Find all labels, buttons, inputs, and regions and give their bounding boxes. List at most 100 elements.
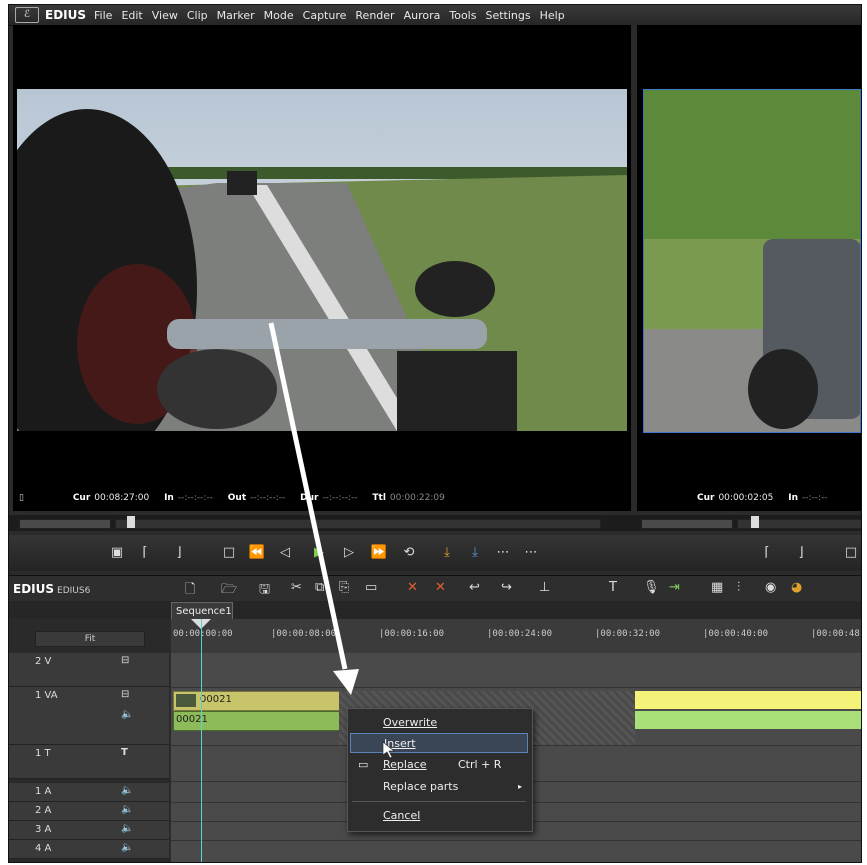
timeline-clip-audio[interactable]: 00021 xyxy=(173,711,341,731)
track-header-4a[interactable]: 4 A 🔈 xyxy=(9,840,169,859)
menu-settings[interactable]: Settings xyxy=(485,9,530,22)
menu-capture[interactable]: Capture xyxy=(303,9,347,22)
audio-speaker-icon[interactable]: 🔈 xyxy=(121,823,133,834)
app-name: EDIUS xyxy=(45,8,87,22)
recorder-cur-label: Cur xyxy=(697,493,715,503)
track-lock-icon[interactable]: ⊟ xyxy=(121,689,129,700)
ripple-delete-icon[interactable]: ✕ xyxy=(435,580,446,595)
player-video-frame xyxy=(17,89,627,431)
undo-icon[interactable]: ↩ xyxy=(469,580,480,595)
recorder-playhead-icon[interactable] xyxy=(751,516,759,528)
step-forward-button[interactable]: ▷ xyxy=(339,544,359,562)
delete-icon[interactable]: ✕ xyxy=(407,580,418,595)
timeline-ruler[interactable]: 00:00:00:00 |00:00:08:00 |00:00:16:00 |0… xyxy=(171,619,861,653)
menu-view[interactable]: View xyxy=(152,9,178,22)
track-header-1va[interactable]: 1 VA ⊟ 🔈 xyxy=(9,687,169,745)
insert-to-timeline-button[interactable]: ⤓ xyxy=(437,544,457,562)
player-cur-label: Cur xyxy=(72,493,91,503)
menu-tools[interactable]: Tools xyxy=(449,9,476,22)
player-playhead-icon[interactable] xyxy=(127,516,135,528)
menu-separator xyxy=(352,801,526,802)
play-button[interactable]: ▶ xyxy=(309,544,329,562)
track-header-2a[interactable]: 2 A 🔈 xyxy=(9,802,169,821)
timeline-clip-yellow-right[interactable] xyxy=(635,691,861,709)
recorder-shuttle-slider[interactable] xyxy=(641,519,733,529)
add-cut-icon[interactable]: ⊥ xyxy=(539,580,550,595)
timeline-clip-video[interactable]: 00021 xyxy=(173,691,341,711)
track-lock-icon[interactable]: ⊟ xyxy=(121,655,129,666)
open-project-icon[interactable]: 🗁 xyxy=(221,580,237,602)
audio-speaker-icon[interactable]: 🔈 xyxy=(121,842,133,853)
menu-marker[interactable]: Marker xyxy=(217,9,255,22)
player-in-label: In xyxy=(164,493,174,503)
menu-item-cancel[interactable]: Cancel xyxy=(350,806,528,826)
rewind-button[interactable]: ⏪ xyxy=(247,544,267,562)
menu-item-replace[interactable]: ▭ Replace Ctrl + R xyxy=(350,755,528,775)
set-out-button[interactable]: ⌋ xyxy=(169,544,189,562)
menu-item-overwrite[interactable]: Overwrite xyxy=(350,713,528,733)
new-sequence-icon[interactable]: 🗋 xyxy=(185,580,195,602)
audio-speaker-icon[interactable]: 🔈 xyxy=(121,785,133,796)
track-header-3a[interactable]: 3 A 🔈 xyxy=(9,821,169,840)
copy-icon[interactable]: ⧉ xyxy=(315,580,324,595)
paste-icon[interactable]: ⎘ xyxy=(339,580,349,595)
recorder-set-in-button[interactable]: ⌈ xyxy=(757,544,777,562)
set-in-button[interactable]: ⌈ xyxy=(135,544,155,562)
player-position-bar[interactable] xyxy=(115,519,601,529)
recorder-cur-value: 00:00:02:05 xyxy=(718,493,774,503)
overwrite-to-timeline-button[interactable]: ⤓ xyxy=(465,544,485,562)
cut-icon[interactable]: ✂ xyxy=(291,580,302,595)
ruler-tick: |00:00:40:00 xyxy=(703,629,769,639)
player-dur-value: --:--:--:-- xyxy=(322,493,358,503)
track-header-1t[interactable]: 1 T T xyxy=(9,745,169,779)
loop-button[interactable]: ⟲ xyxy=(399,544,419,562)
replace-mode-icon[interactable]: ▭ xyxy=(365,580,377,595)
match-frame-2-button[interactable]: ⋯ xyxy=(521,544,541,562)
menu-aurora[interactable]: Aurora xyxy=(404,9,441,22)
recorder-set-out-button[interactable]: ⌋ xyxy=(791,544,811,562)
drop-context-menu: Overwrite Insert ▭ Replace Ctrl + R Repl… xyxy=(347,708,533,832)
track-name: 2 A xyxy=(35,805,52,816)
match-frame-button[interactable]: ⋯ xyxy=(493,544,513,562)
stop-button[interactable]: □ xyxy=(219,544,239,562)
color-icon[interactable]: ◕ xyxy=(791,580,802,595)
voiceover-icon[interactable]: 🎙 xyxy=(643,580,660,595)
grid-icon[interactable]: ▦ xyxy=(711,580,723,595)
timeline-clip-green-right[interactable] xyxy=(635,711,861,729)
track-header-2v[interactable]: 2 V ⊟ xyxy=(9,653,169,687)
menu-help[interactable]: Help xyxy=(540,9,565,22)
step-back-button[interactable]: ◁ xyxy=(275,544,295,562)
menu-clip[interactable]: Clip xyxy=(187,9,208,22)
title-icon[interactable]: T xyxy=(609,580,617,595)
ruler-tick: |00:00:16:00 xyxy=(379,629,445,639)
fast-forward-button[interactable]: ⏩ xyxy=(369,544,389,562)
menu-item-label: Cancel xyxy=(383,809,421,822)
menu-edit[interactable]: Edit xyxy=(121,9,142,22)
snapshot-icon[interactable]: ◉ xyxy=(765,580,776,595)
menu-mode[interactable]: Mode xyxy=(264,9,294,22)
track-divider xyxy=(171,840,861,841)
track-name: 4 A xyxy=(35,843,52,854)
tab-sequence1[interactable]: Sequence1 xyxy=(171,602,233,619)
recorder-stop-button[interactable]: □ xyxy=(841,544,861,562)
audio-speaker-icon[interactable]: 🔈 xyxy=(121,709,133,720)
track-divider xyxy=(171,687,861,688)
save-project-icon[interactable]: 🖫 xyxy=(259,580,270,602)
player-shuttle-slider[interactable] xyxy=(19,519,111,529)
audio-speaker-icon[interactable]: 🔈 xyxy=(121,804,133,815)
menu-item-replace-parts[interactable]: Replace parts ▸ xyxy=(350,777,528,797)
title-track-icon: T xyxy=(121,747,128,758)
zoom-control[interactable]: Fit xyxy=(35,631,145,647)
menu-file[interactable]: File xyxy=(94,9,112,22)
sequence-tab-bar: Sequence1 xyxy=(9,601,861,619)
menu-item-insert[interactable]: Insert xyxy=(350,733,528,753)
ruler-tick: |00:00:32:00 xyxy=(595,629,661,639)
menu-render[interactable]: Render xyxy=(355,9,394,22)
recorder-monitor[interactable]: Cur 00:00:02:05 In --:--:-- xyxy=(637,25,861,511)
player-monitor[interactable]: 00023 ▯ Cur00:08:27:00 In--:--:--:-- Out… xyxy=(13,25,631,511)
clip-icon[interactable]: ▣ xyxy=(107,544,127,562)
track-header-1a[interactable]: 1 A 🔈 xyxy=(9,783,169,802)
redo-icon[interactable]: ↪ xyxy=(501,580,512,595)
mixer-icon[interactable]: ⫶ xyxy=(737,580,740,595)
export-icon[interactable]: ⇥ xyxy=(669,580,680,595)
